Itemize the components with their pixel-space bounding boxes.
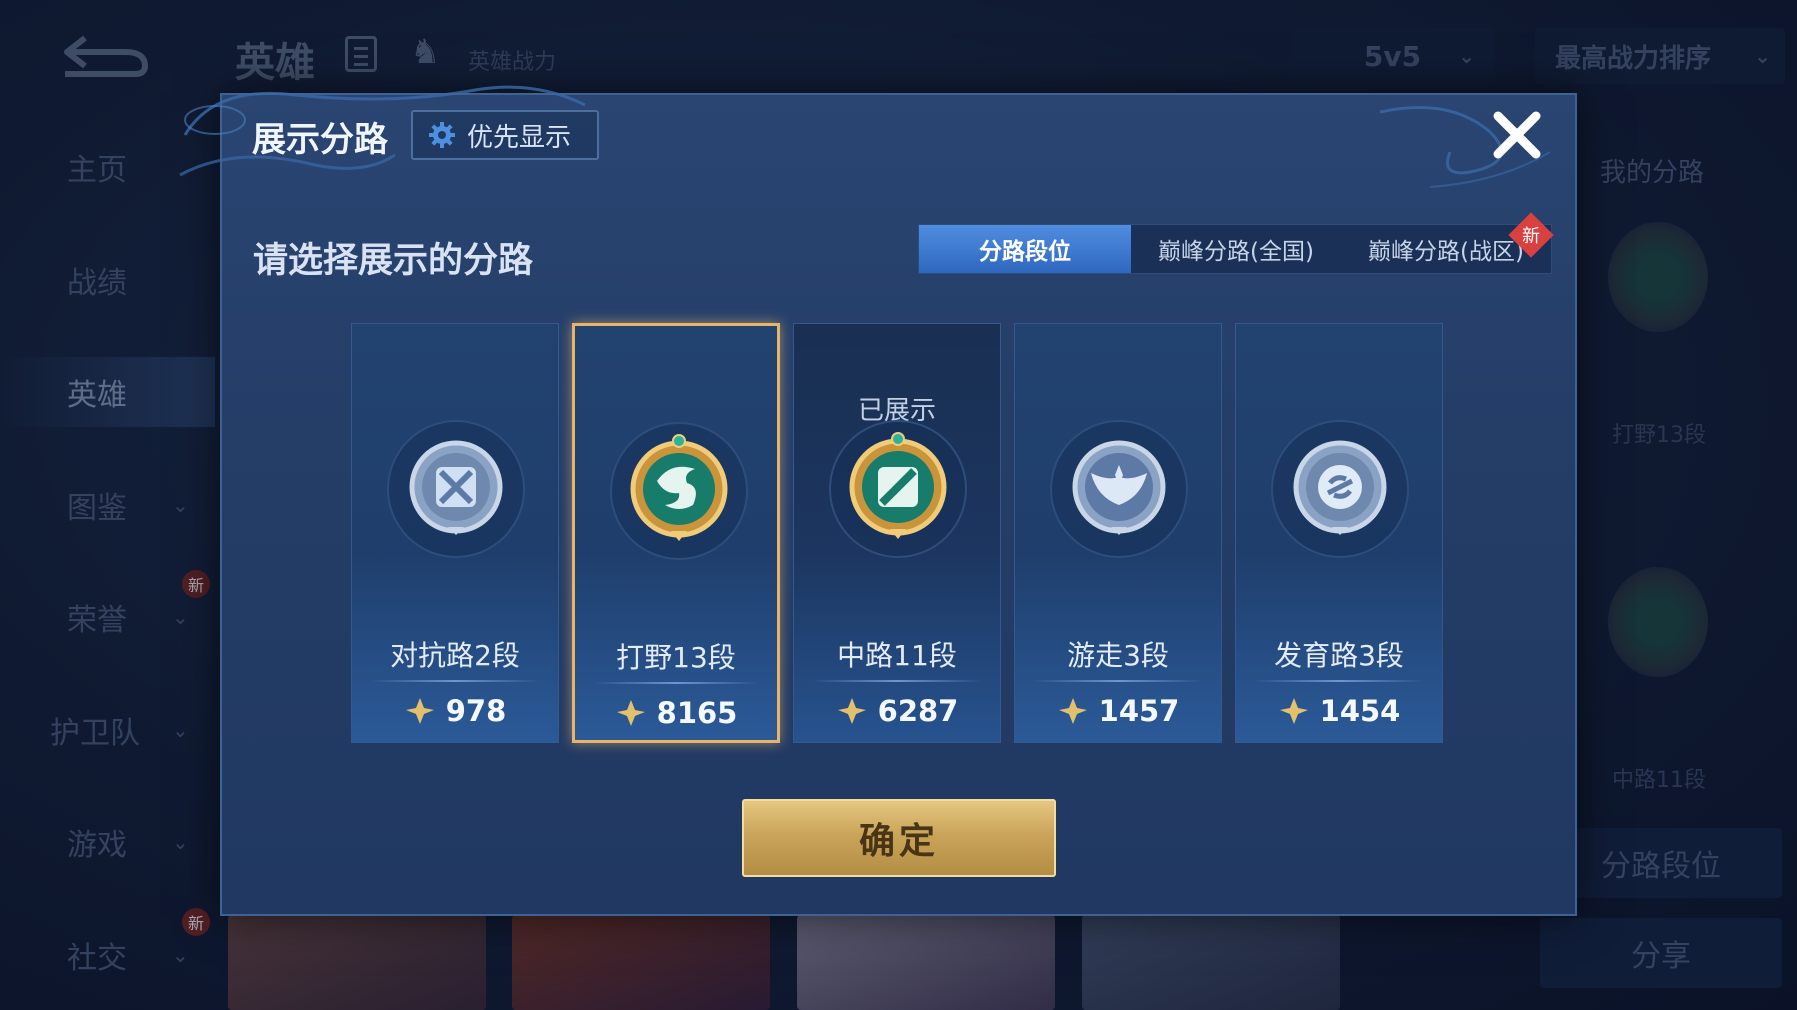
- lane-card-score-value: 8165: [656, 696, 738, 730]
- power-icon: [616, 700, 645, 726]
- lane-card-score-value: 978: [445, 694, 507, 728]
- lane-card-score: 1457: [1015, 694, 1221, 728]
- tab-peak-national[interactable]: 巅峰分路(全国): [1131, 225, 1341, 273]
- lane-card-name: 中路11段: [837, 639, 957, 672]
- tab-lane-rank[interactable]: 分路段位: [919, 225, 1131, 273]
- tab-peak-region[interactable]: 巅峰分路(战区) 新: [1341, 212, 1554, 273]
- lane-card-score: 1454: [1236, 694, 1442, 728]
- mid-lane-icon: [829, 420, 967, 558]
- gear-icon: [429, 122, 455, 148]
- lane-card-mid[interactable]: 已展示 中路11段 6287: [793, 323, 1001, 743]
- lane-card-score-value: 1454: [1319, 694, 1401, 728]
- lane-card-score: 978: [352, 694, 558, 728]
- lane-card-name: 打野13段: [616, 641, 736, 674]
- marksman-icon: [1271, 420, 1409, 558]
- tab-label: 分路段位: [979, 239, 1071, 265]
- divider: [593, 682, 759, 684]
- lane-card-score: 6287: [794, 694, 1000, 728]
- dialog-title: 展示分路: [252, 120, 388, 160]
- select-prompt: 请选择展示的分路: [253, 241, 534, 281]
- lane-card-name: 发育路3段: [1274, 639, 1404, 672]
- tab-label: 巅峰分路(全国): [1158, 239, 1314, 265]
- lane-card-name: 游走3段: [1067, 639, 1169, 672]
- wings-icon: [1050, 420, 1188, 558]
- divider: [1254, 680, 1424, 682]
- lane-card-score-value: 6287: [877, 694, 959, 728]
- confirm-button[interactable]: 确定: [742, 799, 1056, 877]
- lane-tabs: 分路段位 巅峰分路(全国) 巅峰分路(战区) 新: [918, 212, 1554, 274]
- lane-card-roam[interactable]: 游走3段 1457: [1014, 323, 1222, 743]
- dragon-icon: [610, 422, 748, 560]
- priority-display-label: 优先显示: [467, 122, 572, 153]
- lane-card-jungle[interactable]: 打野13段 8165: [572, 323, 780, 743]
- close-icon[interactable]: [1490, 108, 1544, 162]
- crossed-swords-icon: [387, 420, 525, 558]
- divider: [812, 680, 982, 682]
- divider: [1033, 680, 1203, 682]
- power-icon: [405, 698, 434, 724]
- priority-display-button[interactable]: 优先显示: [411, 110, 599, 160]
- lane-card-score: 8165: [575, 696, 777, 730]
- divider: [370, 680, 540, 682]
- lane-card-score-value: 1457: [1098, 694, 1180, 728]
- power-icon: [837, 698, 866, 724]
- power-icon: [1058, 698, 1087, 724]
- lane-card-top[interactable]: 对抗路2段 978: [351, 323, 559, 743]
- lane-card-name: 对抗路2段: [390, 639, 520, 672]
- lane-card-bottom[interactable]: 发育路3段 1454: [1235, 323, 1443, 743]
- power-icon: [1279, 698, 1308, 724]
- tab-label: 巅峰分路(战区): [1368, 239, 1524, 265]
